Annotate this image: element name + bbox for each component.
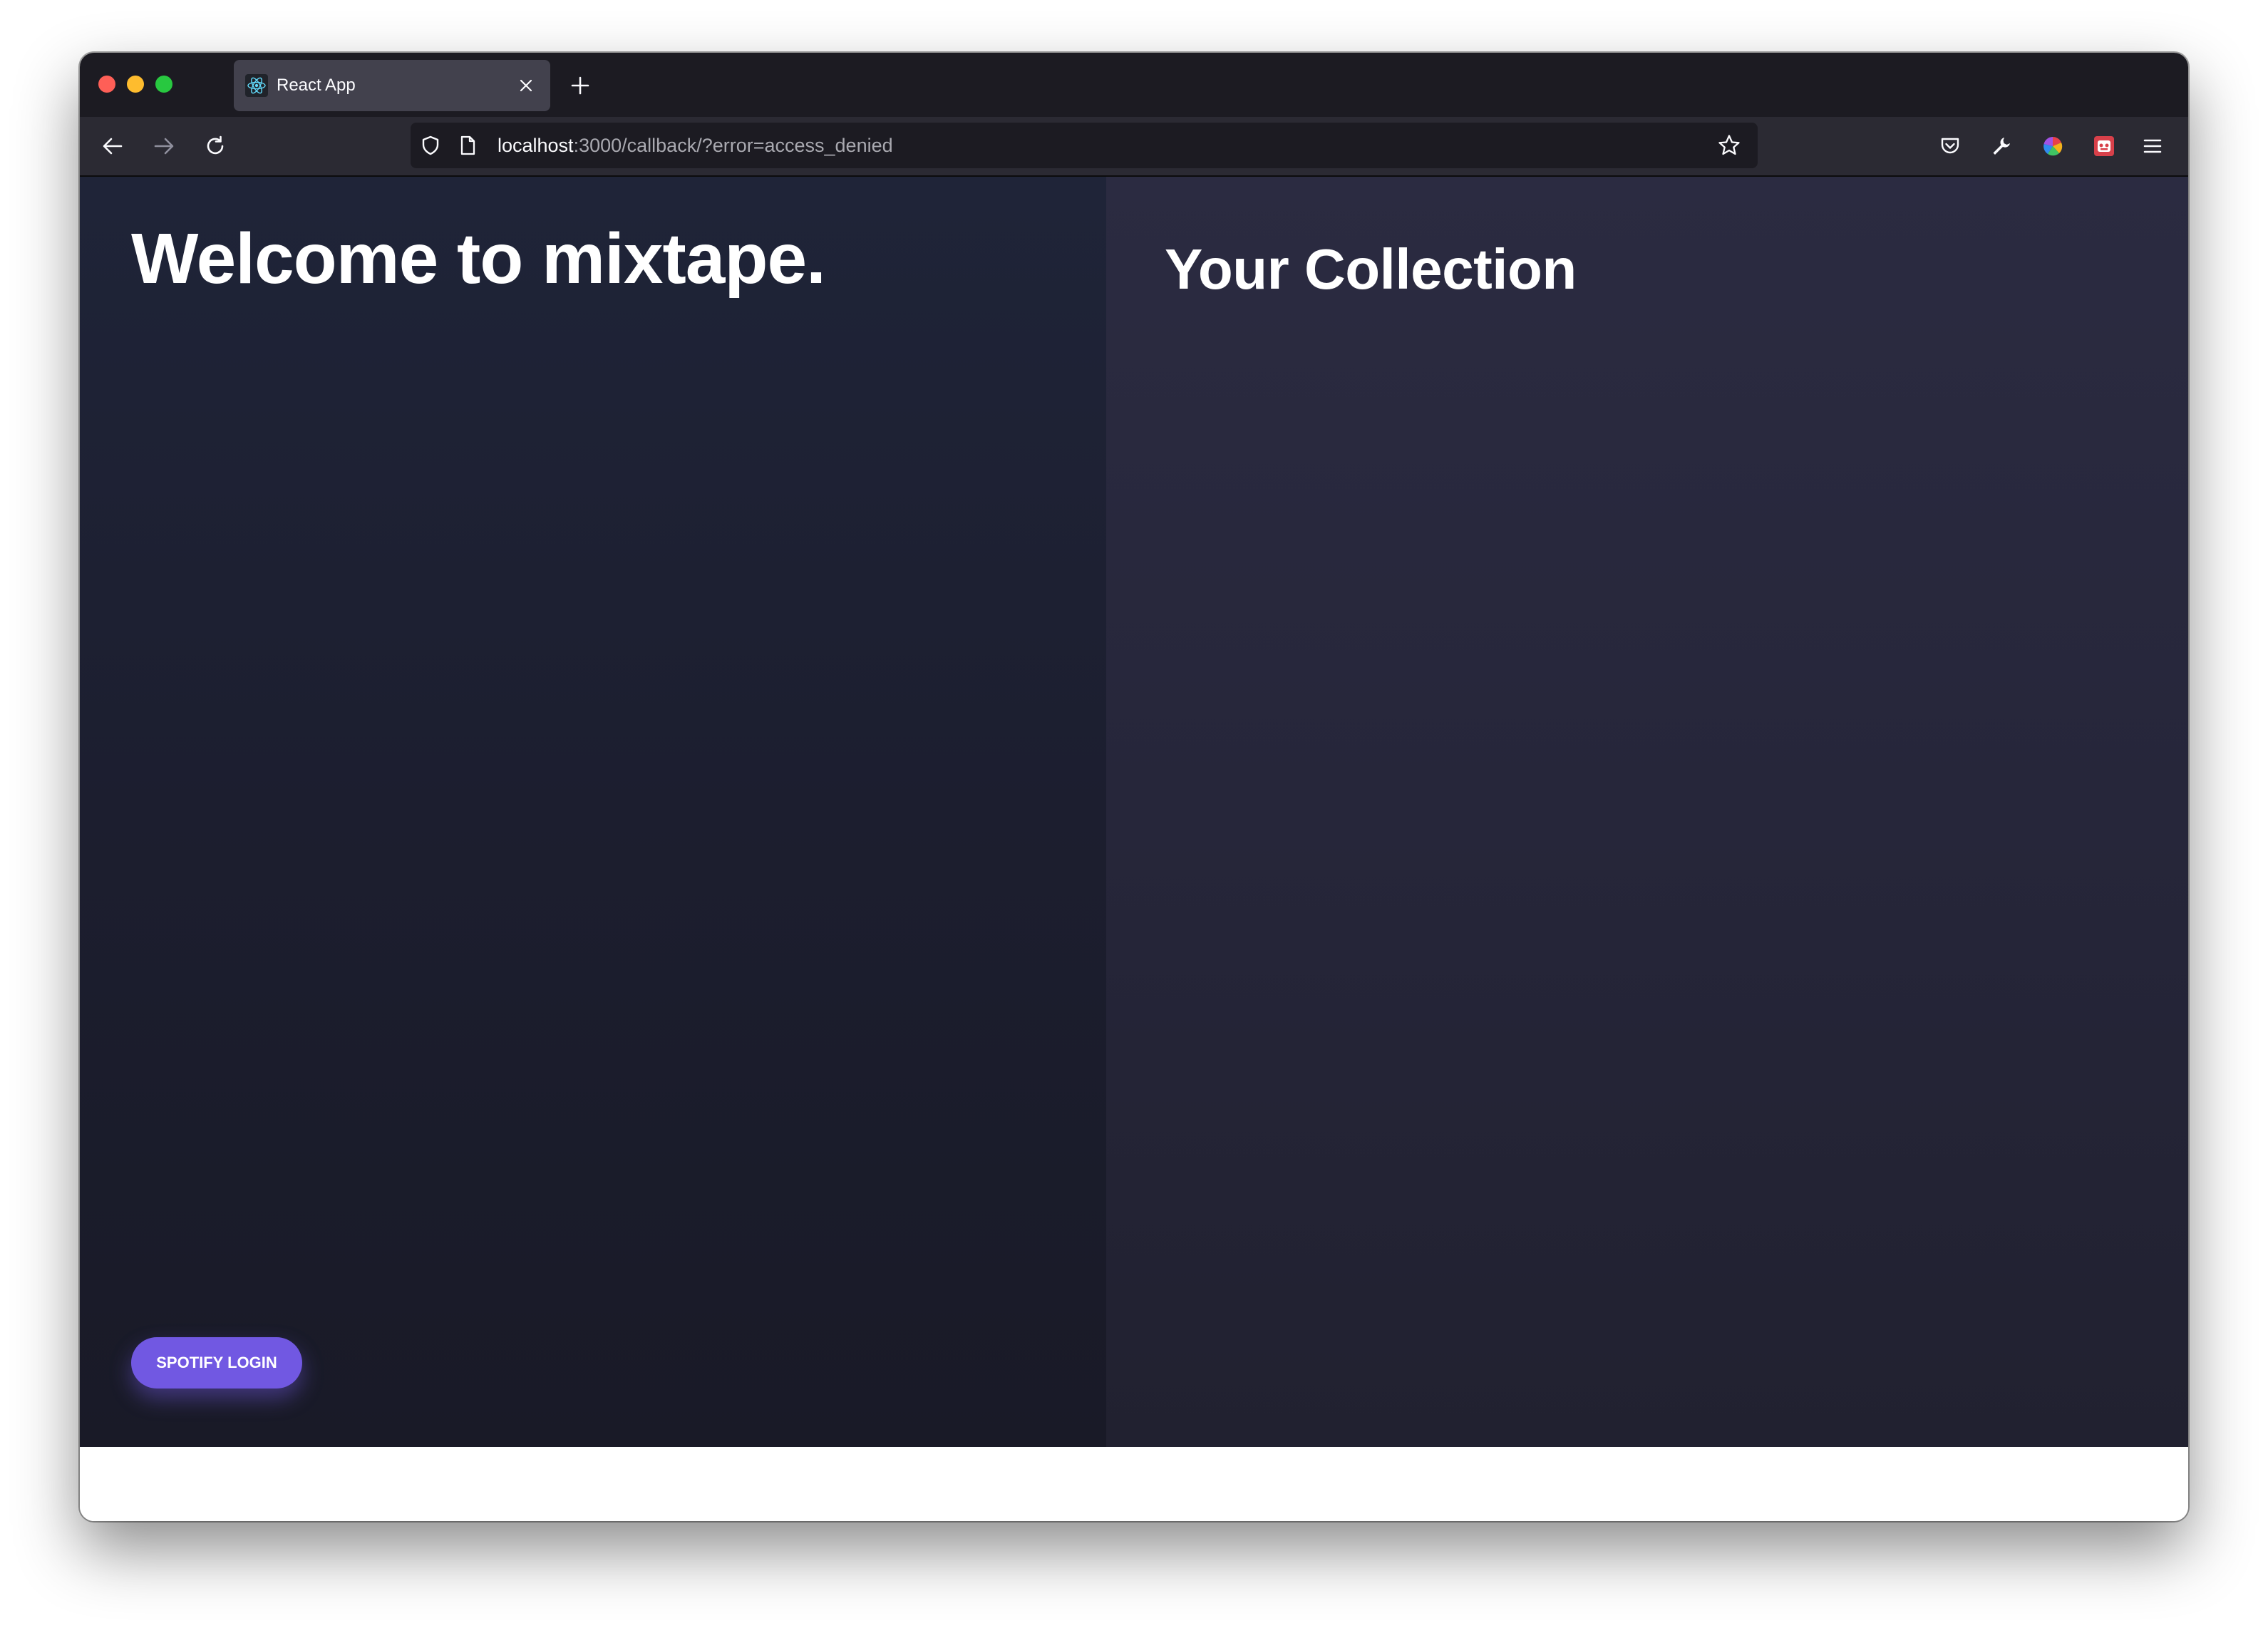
bookmark-star-icon[interactable] — [1716, 133, 1742, 158]
menu-icon[interactable] — [2138, 132, 2167, 160]
extension-icon[interactable] — [2090, 132, 2118, 160]
reload-icon[interactable] — [201, 132, 230, 160]
url-text[interactable]: localhost:3000/callback/?error=access_de… — [498, 123, 893, 168]
close-window-button[interactable] — [98, 76, 115, 93]
address-bar[interactable]: localhost:3000/callback/?error=access_de… — [411, 123, 1758, 168]
page-content: Welcome to mixtape. SPOTIFY LOGIN Your C… — [80, 177, 2188, 1447]
wrench-icon[interactable] — [1987, 132, 2016, 160]
left-panel: Welcome to mixtape. SPOTIFY LOGIN — [80, 177, 1106, 1447]
tab-bar: React App — [80, 53, 2188, 117]
minimize-window-button[interactable] — [127, 76, 144, 93]
spotify-login-button[interactable]: SPOTIFY LOGIN — [131, 1337, 302, 1389]
pocket-icon[interactable] — [1936, 132, 1964, 160]
page-icon[interactable] — [455, 133, 480, 158]
right-panel: Your Collection — [1106, 177, 2188, 1447]
react-logo-icon — [245, 74, 268, 97]
page-bottom-area — [80, 1447, 2188, 1521]
welcome-heading: Welcome to mixtape. — [131, 219, 826, 299]
tab-title: React App — [277, 76, 356, 95]
color-wheel-icon[interactable] — [2038, 132, 2067, 160]
url-path: :3000/callback/?error=access_denied — [573, 135, 893, 156]
shield-icon[interactable] — [418, 133, 443, 158]
browser-window: React App localhost:3000/callback/?error… — [80, 53, 2188, 1521]
new-tab-icon[interactable] — [566, 71, 594, 100]
navigation-toolbar: localhost:3000/callback/?error=access_de… — [80, 117, 2188, 177]
forward-icon[interactable] — [150, 132, 178, 160]
back-icon[interactable] — [98, 132, 127, 160]
collection-heading: Your Collection — [1165, 237, 1577, 301]
zoom-window-button[interactable] — [155, 76, 172, 93]
close-tab-icon[interactable] — [515, 74, 537, 97]
url-host: localhost — [498, 135, 574, 156]
tab-react-app[interactable]: React App — [234, 60, 550, 111]
